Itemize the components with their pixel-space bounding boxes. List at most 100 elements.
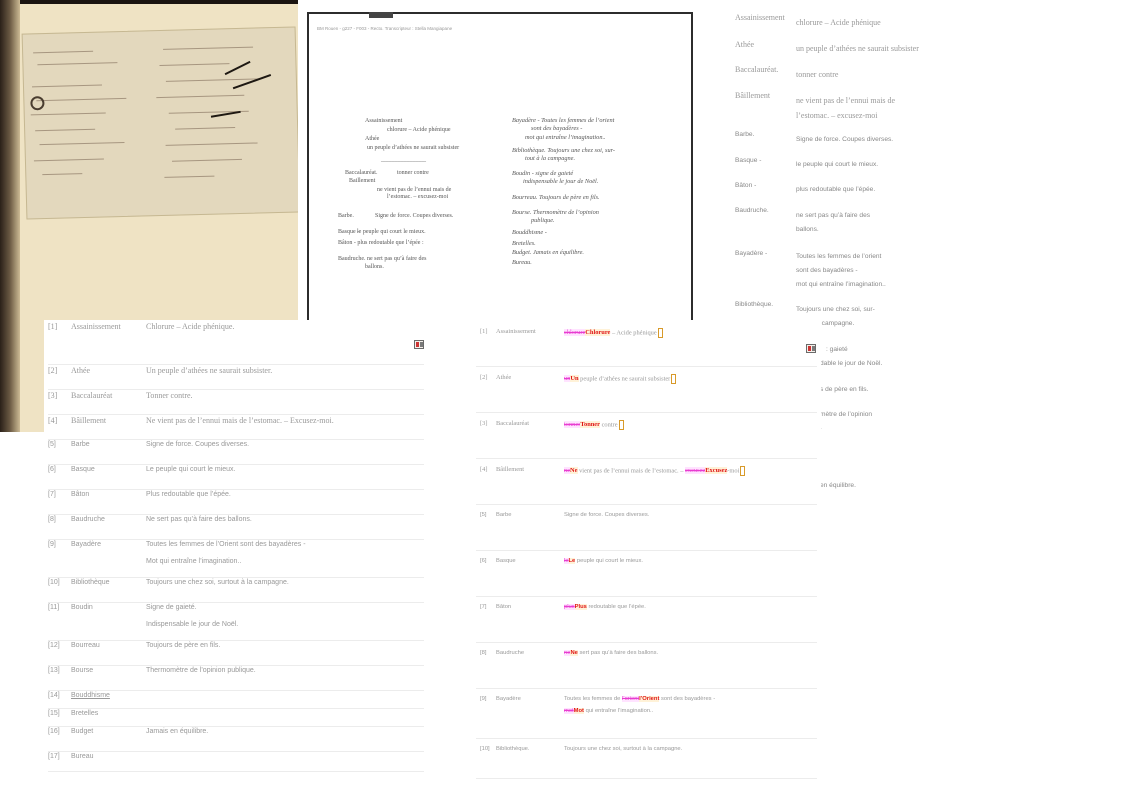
table-row[interactable]: [3] Baccalauréat Tonner contre. [48,389,424,415]
edit-marker[interactable] [740,466,746,476]
glossary-definition: Toujours une chez soi, sur- [796,306,875,313]
ink-line [37,62,118,66]
table-row[interactable]: [17] Bureau [48,751,424,772]
inserted-text: Tonner [580,421,600,429]
sheet-left-line: ne vient pas de l’ennui mais de [377,187,452,193]
glossary-definition: l’estomac. – excusez-moi [796,111,878,120]
inserted-text: Ne [570,650,578,656]
glossary-definition: : gaieté [826,346,848,353]
glossary-term: Basque - [735,157,762,164]
sheet-left-line: Assainissement [365,118,403,124]
inserted-text: Un [570,375,579,383]
entry-number: [17] [48,753,60,760]
deleted-text: tonner [564,421,581,429]
entry-definition: Le peuple qui court le mieux. [146,466,236,473]
diff-term: Barbe [496,512,512,518]
diff-row[interactable]: [7] Bâton plusPlus redoutable que l’épée. [476,596,817,643]
ink-line [171,158,242,162]
table-row[interactable]: [14] Bouddhisme [48,690,424,709]
manuscript-sheet [21,26,298,220]
sheet-right-line: indispensable le jour de Noël. [523,178,599,185]
edit-marker[interactable] [618,420,624,430]
diff-row[interactable]: [2] Athée unUn peuple d’athées ne saurait … [476,366,817,413]
table-row[interactable]: [4] Bâillement Ne vient pas de l’ennui mai… [48,414,424,440]
ink-line [36,97,127,102]
glossary-definition: ballons. [796,226,819,233]
diff-text: leLe peuple qui court le mieux. [564,558,643,564]
sheet-left-line: Basque - [338,229,360,235]
table-row[interactable]: [15] Bretelles [48,708,424,727]
entry-term: Basque [71,466,95,473]
deleted-text: chlorure [564,329,586,337]
diff-row[interactable]: [6] Basque leLe peuple qui court le mieux. [476,550,817,597]
glossary-term: Barbe. [735,131,755,138]
table-row[interactable]: [8] Baudruche Ne sert pas qu’à faire des b… [48,514,424,540]
table-row[interactable]: [5] Barbe Signe de force. Coupes diverses. [48,439,424,465]
inserted-text: Plus [574,604,587,610]
diff-term: Basque [496,558,516,564]
diff-text: neNe sert pas qu’à faire des ballons. [564,650,658,656]
sheet-tab[interactable] [369,12,393,18]
table-row[interactable]: [2] Athée Un peuple d’athées ne saurait su… [48,364,424,390]
entry-number: [7] [48,491,56,498]
entry-number: [11] [48,604,60,611]
entry-term: Bibliothèque [71,579,110,586]
diff-text: Toutes les femmes de l’orientl’Orient so… [564,696,715,702]
entry-number: [13] [48,667,60,674]
inserted-text: l’Orient [639,696,660,702]
table-row[interactable]: [6] Basque Le peuple qui court le mieux. [48,464,424,490]
entry-term: Bretelles [71,710,99,717]
edit-marker[interactable] [657,328,663,338]
entry-term: Bâton [71,491,90,498]
ink-line [175,127,236,130]
unchanged-text: Toutes les femmes de [564,696,622,702]
ink-line [42,173,83,176]
sheet-right-line: Budget. Jamais en équilibre. [512,249,584,256]
glossary-definition: en équilibre. [820,482,856,489]
table-row[interactable]: [7] Bâton Plus redoutable que l’épée. [48,489,424,515]
table-row[interactable]: [1] Assainissement Chlorure – Acide phéniq… [48,320,424,365]
glossary-term: Athée [735,40,755,49]
table-row[interactable]: [9] Bayadère Toutes les femmes de l’Orient… [48,539,424,578]
diff-number: [5] [480,512,487,518]
diff-term: Athée [496,374,512,381]
sheet-right-line: mot qui entraîne l’imagination.. [525,134,606,141]
entry-definition: Thermomètre de l’opinion publique. [146,667,256,674]
entry-number: [12] [48,642,60,649]
ink-line [164,175,215,178]
diff-row[interactable]: [10] Bibliothèque. Toujours une chez soi, … [476,738,817,779]
table-row[interactable]: [10] Bibliothèque Toujours une chez soi, s… [48,577,424,603]
diff-term: Baccalauréat [496,420,529,427]
diff-row[interactable]: [3] Baccalauréat tonnerTonner contre [476,412,817,459]
unchanged-text: Toujours une chez soi, surtout à la camp… [564,746,683,752]
entry-number: [15] [48,710,60,717]
diff-term: Bâton [496,604,512,610]
diff-term: Baudruche [496,650,525,656]
diff-row[interactable]: [9] Bayadère Toutes les femmes de l’orient… [476,688,817,739]
transcription-sheet: BM Rouen - g227 - F003 - Recto. Transcri… [307,12,693,322]
table-row[interactable]: [13] Bourse Thermomètre de l’opinion publi… [48,665,424,691]
edit-marker[interactable] [671,374,677,384]
diff-text: plusPlus redoutable que l’épée. [564,604,646,610]
diff-row[interactable]: [5] Barbe Signe de force. Coupes diverses. [476,504,817,551]
diff-row[interactable]: [1] Assainissement chlorureChlorure – Acid… [476,320,817,367]
entry-definition: Indispensable le jour de Noël. [146,621,239,628]
sheet-right-line: Boudin - signe de gaieté [512,170,574,177]
diff-text: unUn peuple d’athées ne saurait subsiste… [564,374,677,384]
entry-list: [1] Assainissement Chlorure – Acide phéniq… [44,320,444,794]
diff-number: [8] [480,650,487,656]
glossary-term: Bayadère - [735,250,768,257]
sheet-left-line: chlorure – Acide phénique [387,127,451,133]
sheet-left-line: Signe de force. Coupes diverses. [375,213,454,219]
entry-definition: Toujours une chez soi, surtout à la camp… [146,579,289,586]
entry-definition: Ne sert pas qu’à faire des ballons. [146,516,252,523]
entry-term: Baudruche [71,516,105,523]
table-row[interactable]: [12] Bourreau Toujours de père en fils. [48,640,424,666]
entry-definition: Jamais en équilibre. [146,728,209,735]
table-row[interactable]: [11] Boudin Signe de gaieté. Indispensable … [48,602,424,641]
diff-row[interactable]: [8] Baudruche neNe sert pas qu’à faire des… [476,642,817,689]
unchanged-text: peuple qui court le mieux. [575,558,643,564]
diff-row[interactable]: [4] Bâillement neNe vient pas de l’ennui m… [476,458,817,505]
entry-number: [8] [48,516,56,523]
table-row[interactable]: [16] Budget Jamais en équilibre. [48,726,424,752]
